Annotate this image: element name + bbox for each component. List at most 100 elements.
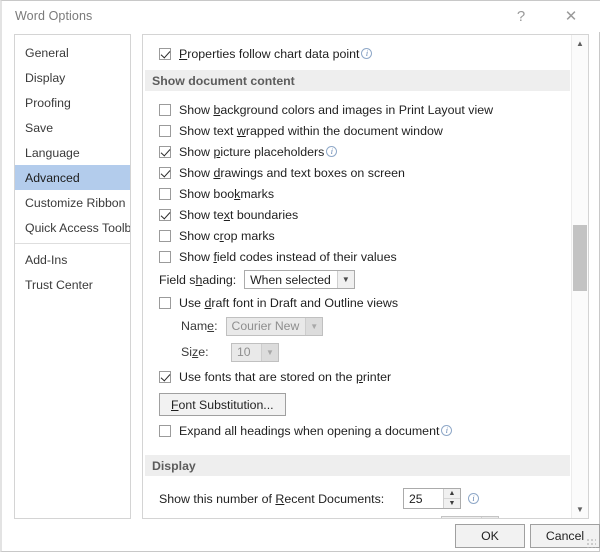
sidebar-item-label: Proofing [25,95,71,110]
sidebar-item-quick-access-toolbar[interactable]: Quick Access Toolbar [15,215,130,240]
field-shading-row: Field shading: When selected ▼ [143,267,572,292]
option-show-text-boundaries[interactable]: Show text boundaries [143,204,572,225]
option-show-text-wrapped[interactable]: Show text wrapped within the document wi… [143,120,572,141]
sidebar-item-customize-ribbon[interactable]: Customize Ribbon [15,190,130,215]
checkbox[interactable] [159,124,171,137]
recent-documents-stepper[interactable]: 25 ▲ ▼ [403,488,461,509]
sidebar-item-add-ins[interactable]: Add-Ins [15,247,130,272]
stepper-buttons[interactable]: ▲ ▼ [443,489,460,508]
font-substitution-button[interactable]: Font Substitution... [159,393,286,416]
sidebar-divider [15,243,130,244]
accel-key: p [356,370,363,384]
sidebar-item-proofing[interactable]: Proofing [15,90,130,115]
option-expand-all-headings[interactable]: Expand all headings when opening a docum… [143,420,572,441]
option-show-crop-marks[interactable]: Show crop marks [143,225,572,246]
stepper-up-icon[interactable]: ▲ [444,489,460,499]
checkbox[interactable] [159,103,171,116]
sidebar-item-label: Quick Access Toolbar [25,220,131,235]
stepper-up-icon[interactable]: ▲ [482,516,498,518]
option-label: Show picture placeholders [179,144,325,159]
field-shading-label: Field shading: [159,272,237,287]
help-button[interactable]: ? [500,1,542,31]
scroll-up-icon[interactable]: ▲ [572,35,588,52]
option-label: Show background colors and images in Pri… [179,102,494,117]
chevron-down-icon: ▼ [261,343,278,361]
vertical-scrollbar[interactable]: ▲ ▼ [571,35,588,518]
draft-font-size-label: Size: [181,345,209,359]
scrollbar-thumb[interactable] [573,225,587,291]
option-label: Show bookmarks [179,186,275,201]
checkbox[interactable] [159,47,171,60]
sidebar-item-save[interactable]: Save [15,115,130,140]
sidebar-item-advanced[interactable]: Advanced [15,165,130,190]
draft-font-size-dropdown[interactable]: 10 ▼ [231,342,279,362]
sidebar-item-label: Add-Ins [25,252,68,267]
checkbox[interactable] [159,424,171,437]
options-content-pane: Properties follow chart data point i Sho… [142,34,589,519]
option-show-background-colors[interactable]: Show background colors and images in Pri… [143,99,572,120]
chevron-down-icon: ▼ [305,317,323,335]
scroll-down-icon[interactable]: ▼ [572,501,588,518]
accel-key: w [236,123,246,138]
option-label: Show field codes instead of their values [179,249,397,264]
quick-access-documents-row[interactable]: Quickly access this number of Recent Doc… [143,513,572,518]
option-show-drawings-and-text-boxes[interactable]: Show drawings and text boxes on screen [143,162,572,183]
recent-documents-label: Show this number of Recent Documents: [159,491,385,506]
checkbox[interactable] [159,145,171,158]
checkbox[interactable] [159,229,171,242]
option-label: Properties follow chart data point [179,46,360,61]
checkbox[interactable] [159,208,171,221]
sidebar-item-label: Save [25,120,54,135]
quick-access-documents-stepper[interactable]: 4 ▲ ▼ [441,515,499,519]
sidebar-item-label: Language [25,145,80,160]
sidebar-nav: General Display Proofing Save Language A… [14,34,131,519]
info-icon[interactable]: i [468,493,479,504]
option-properties-follow-chart-data-point[interactable]: Properties follow chart data point i [143,43,572,64]
draft-font-name-dropdown[interactable]: Courier New ▼ [225,316,324,336]
option-show-picture-placeholders[interactable]: Show picture placeholders i [143,141,572,162]
field-shading-dropdown[interactable]: When selected ▼ [244,270,355,289]
info-icon[interactable]: i [361,48,373,59]
options-scroll-region: Properties follow chart data point i Sho… [143,35,572,518]
sidebar-item-label: General [25,45,69,60]
sidebar-item-display[interactable]: Display [15,65,130,90]
option-show-field-codes[interactable]: Show field codes instead of their values [143,246,572,267]
checkbox[interactable] [159,296,171,309]
info-icon[interactable]: i [326,146,338,157]
draft-font-name-label: Name: [181,319,218,333]
chevron-down-icon: ▼ [336,271,354,288]
option-use-printer-fonts[interactable]: Use fonts that are stored on the printer [143,365,572,389]
title-bar: Word Options ? ✕ [2,1,600,32]
accel-key: F [171,397,179,412]
word-options-dialog: Word Options ? ✕ General Display Proofin… [0,0,600,552]
close-icon[interactable]: ✕ [550,1,592,31]
quick-access-documents-value: 4 [442,517,454,519]
option-label: Use fonts that are stored on the printer [179,370,392,384]
resize-grip[interactable] [586,538,596,548]
sidebar-item-trust-center[interactable]: Trust Center [15,272,130,297]
field-shading-value: When selected [250,272,331,287]
recent-documents-value: 25 [409,491,423,506]
draft-font-name-row: Name: Courier New ▼ [143,313,572,339]
page-title: Word Options [15,9,93,23]
checkbox[interactable] [159,187,171,200]
draft-font-size-value: 10 [237,345,251,359]
ok-button[interactable]: OK [455,524,525,548]
info-icon[interactable]: i [441,425,453,436]
sidebar-item-language[interactable]: Language [15,140,130,165]
option-label: Show crop marks [179,228,275,243]
option-show-bookmarks[interactable]: Show bookmarks [143,183,572,204]
draft-font-size-row: Size: 10 ▼ [143,339,572,365]
sidebar-item-general[interactable]: General [15,40,130,65]
checkbox[interactable] [159,166,171,179]
sidebar-item-label: Advanced [25,170,80,185]
option-label: Show text boundaries [179,207,299,222]
option-label: Use draft font in Draft and Outline view… [179,295,399,310]
option-use-draft-font[interactable]: Use draft font in Draft and Outline view… [143,292,572,313]
stepper-down-icon[interactable]: ▼ [444,499,460,508]
checkbox[interactable] [159,371,171,383]
checkbox[interactable] [159,250,171,263]
stepper-buttons[interactable]: ▲ ▼ [481,516,498,518]
sidebar-item-label: Display [25,70,66,85]
option-label: Show text wrapped within the document wi… [179,123,443,138]
